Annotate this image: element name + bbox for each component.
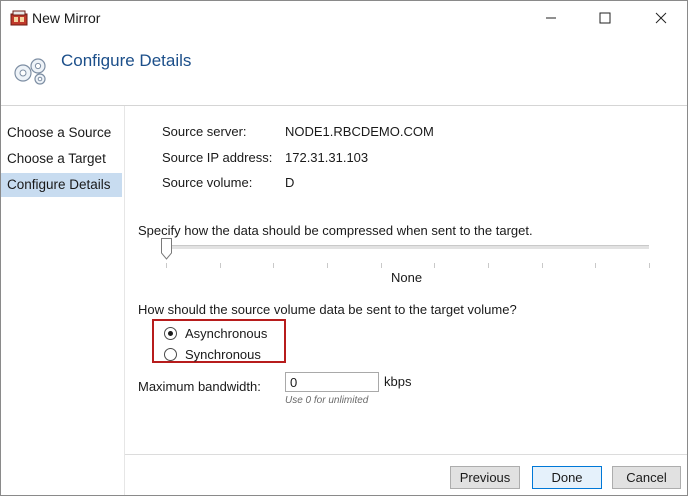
- radio-synchronous-circle[interactable]: [164, 347, 177, 361]
- close-button[interactable]: [638, 3, 684, 33]
- slider-tick: [542, 263, 543, 268]
- slider-tick: [273, 263, 274, 268]
- bandwidth-input[interactable]: [285, 372, 379, 392]
- cancel-button[interactable]: Cancel: [612, 466, 681, 489]
- source-ip-label: Source IP address:: [162, 150, 273, 165]
- title-bar: New Mirror: [1, 1, 687, 35]
- radio-asynchronous-label[interactable]: Asynchronous: [185, 326, 267, 341]
- slider-tick: [166, 263, 167, 268]
- slider-tick: [220, 263, 221, 268]
- source-volume-value: D: [285, 175, 295, 190]
- slider-tick: [434, 263, 435, 268]
- close-icon: [655, 12, 667, 24]
- compression-slider[interactable]: [166, 245, 649, 249]
- wizard-footer: Previous Done Cancel: [125, 454, 687, 495]
- send-mode-label: How should the source volume data be sen…: [138, 302, 517, 317]
- wizard-header: Configure Details: [1, 35, 687, 106]
- source-server-value: NODE1.RBCDEMO.COM: [285, 124, 434, 139]
- done-button[interactable]: Done: [532, 466, 602, 489]
- compression-slider-thumb[interactable]: [161, 238, 172, 260]
- compression-label: Specify how the data should be compresse…: [138, 223, 533, 238]
- nav-item-choose-source[interactable]: Choose a Source: [1, 121, 122, 145]
- slider-tick: [381, 263, 382, 268]
- gears-icon: [11, 54, 51, 86]
- page-title: Configure Details: [61, 51, 192, 70]
- nav-item-choose-target[interactable]: Choose a Target: [1, 147, 122, 171]
- maximize-button[interactable]: [582, 3, 628, 33]
- minimize-button[interactable]: [528, 3, 574, 33]
- minimize-icon: [546, 17, 556, 19]
- slider-tick: [649, 263, 650, 268]
- maximize-icon: [599, 12, 611, 24]
- previous-button[interactable]: Previous: [450, 466, 520, 489]
- source-ip-value: 172.31.31.103: [285, 150, 369, 165]
- wizard-nav: Choose a Source Choose a Target Configur…: [1, 106, 125, 495]
- nav-item-configure-details[interactable]: Configure Details: [1, 173, 122, 197]
- new-mirror-window: New Mirror Configure Details Choose a So…: [0, 0, 688, 496]
- bandwidth-unit: kbps: [384, 374, 412, 389]
- bandwidth-label: Maximum bandwidth:: [138, 379, 261, 394]
- compression-value: None: [391, 270, 423, 285]
- radio-asynchronous-circle[interactable]: [164, 326, 177, 340]
- mirror-app-icon: [10, 10, 28, 26]
- radio-synchronous[interactable]: Synchronous: [164, 345, 261, 363]
- slider-tick: [327, 263, 328, 268]
- slider-tick: [488, 263, 489, 268]
- radio-synchronous-label[interactable]: Synchronous: [185, 347, 261, 362]
- source-server-label: Source server:: [162, 124, 247, 139]
- configure-details-panel: Source server: NODE1.RBCDEMO.COM Source …: [125, 106, 687, 454]
- send-mode-highlight: Asynchronous Synchronous: [152, 319, 286, 363]
- radio-asynchronous[interactable]: Asynchronous: [164, 324, 267, 342]
- source-volume-label: Source volume:: [162, 175, 253, 190]
- slider-tick: [595, 263, 596, 268]
- bandwidth-hint: Use 0 for unlimited: [285, 395, 369, 406]
- window-title: New Mirror: [32, 10, 101, 26]
